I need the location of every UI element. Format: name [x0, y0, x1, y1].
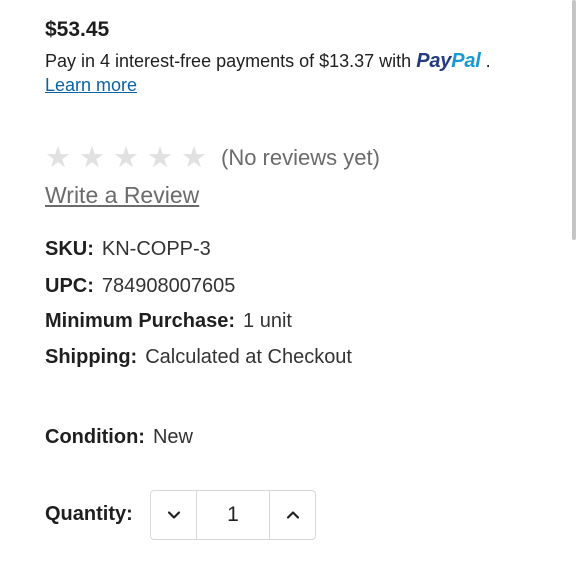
- star-icon: ★: [45, 142, 71, 174]
- chevron-up-icon: [286, 511, 299, 519]
- condition-label: Condition:: [45, 426, 145, 448]
- write-review-link[interactable]: Write a Review: [45, 182, 199, 209]
- paypal-learn-more-link[interactable]: Learn more: [45, 75, 137, 96]
- rating-stars: ★ ★ ★ ★ ★: [45, 144, 207, 173]
- condition-row: Condition: New: [45, 426, 193, 449]
- quantity-input[interactable]: [196, 491, 270, 539]
- sku-value: KN-COPP-3: [101, 238, 211, 260]
- star-icon: ★: [113, 142, 139, 174]
- quantity-decrement-button[interactable]: [151, 491, 196, 539]
- minimum-purchase-label: Minimum Purchase:: [45, 310, 236, 332]
- upc-row: UPC: 784908007605: [45, 275, 235, 298]
- page-scrollbar[interactable]: [572, 0, 576, 240]
- condition-value: New: [152, 426, 193, 448]
- quantity-stepper: [150, 490, 316, 540]
- chevron-down-icon: [167, 511, 180, 519]
- minimum-purchase-value: 1 unit: [243, 310, 292, 332]
- paypal-period: .: [485, 51, 491, 71]
- star-icon: ★: [181, 142, 207, 174]
- shipping-row: Shipping: Calculated at Checkout: [45, 346, 352, 369]
- shipping-value: Calculated at Checkout: [145, 346, 352, 368]
- sku-row: SKU: KN-COPP-3: [45, 238, 211, 261]
- sku-label: SKU:: [45, 238, 94, 260]
- quantity-increment-button[interactable]: [270, 491, 315, 539]
- star-icon: ★: [79, 142, 105, 174]
- paypal-logo: PayPal: [416, 50, 481, 72]
- reviews-count-text: (No reviews yet): [221, 145, 380, 170]
- paypal-installments-message: Pay in 4 interest-free payments of $13.3…: [45, 50, 491, 73]
- upc-label: UPC:: [45, 275, 94, 297]
- minimum-purchase-row: Minimum Purchase: 1 unit: [45, 310, 292, 333]
- shipping-label: Shipping:: [45, 346, 138, 368]
- quantity-label: Quantity:: [45, 503, 133, 525]
- product-price: $53.45: [45, 18, 110, 41]
- paypal-installments-text: Pay in 4 interest-free payments of $13.3…: [45, 51, 412, 71]
- upc-value: 784908007605: [101, 275, 236, 297]
- star-icon: ★: [147, 142, 173, 174]
